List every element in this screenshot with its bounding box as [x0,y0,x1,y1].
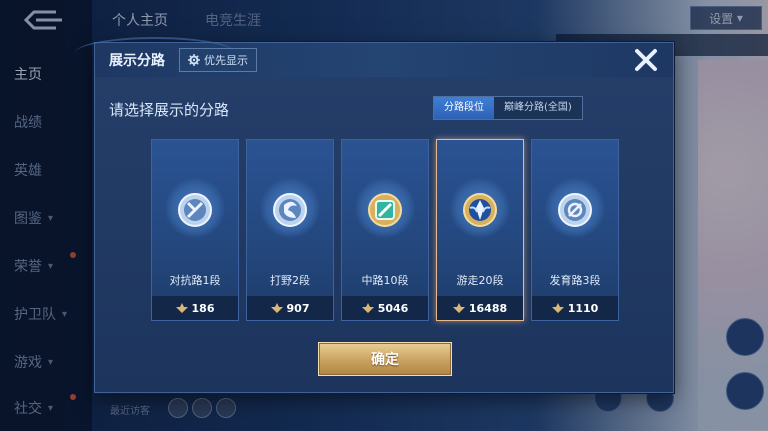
lane-card-jungle[interactable]: 打野2段 907 [246,139,334,321]
lane-name: 发育路3段 [549,274,601,287]
lane-card-roam[interactable]: 游走20段 16488 [436,139,524,321]
points-bar: 1110 [532,296,618,320]
lane-points: 16488 [468,301,508,315]
lane-name: 游走20段 [456,274,504,287]
lane-card-mid[interactable]: 中路10段 5046 [341,139,429,321]
rank-points-icon [551,303,564,313]
solo-lane-badge-icon [177,192,213,228]
tab-peak-lane[interactable]: 巅峰分路(全国) [494,97,582,119]
close-button[interactable] [628,42,664,78]
lane-display-dialog: 展示分路 优先显示 请选择展示的分路 分路段位 巅峰分路(全国) 对抗路1段 1… [75,37,674,393]
lane-name: 打野2段 [270,274,310,287]
lane-points: 907 [286,301,310,315]
mid-lane-badge-icon [367,192,403,228]
lane-points: 5046 [377,301,409,315]
lane-name: 对抗路1段 [169,274,221,287]
points-bar: 907 [247,296,333,320]
rank-points-icon [452,303,465,313]
confirm-button[interactable]: 确定 [318,342,452,376]
lane-card-solo[interactable]: 对抗路1段 186 [151,139,239,321]
jungle-badge-icon [272,192,308,228]
confirm-label: 确定 [371,352,399,368]
rank-points-icon [175,303,188,313]
dialog-title: 展示分路 [109,53,165,69]
tab-lane-rank[interactable]: 分路段位 [434,97,494,119]
points-bar: 16488 [437,296,523,320]
dialog-subtitle: 请选择展示的分路 [109,101,230,119]
points-bar: 5046 [342,296,428,320]
mode-segmented-control: 分路段位 巅峰分路(全国) [433,96,583,120]
lane-points: 1110 [567,301,599,315]
priority-display-button[interactable]: 优先显示 [179,48,257,72]
roam-badge-icon [462,192,498,228]
rank-points-icon [361,303,374,313]
farm-lane-badge-icon [557,192,593,228]
lane-name: 中路10段 [361,274,409,287]
lane-points: 186 [191,301,215,315]
close-icon [635,49,657,71]
gear-icon [188,54,200,66]
dialog-header: 展示分路 优先显示 [75,37,673,77]
lane-card-farm[interactable]: 发育路3段 1110 [531,139,619,321]
priority-display-label: 优先显示 [204,54,248,67]
points-bar: 186 [152,296,238,320]
rank-points-icon [270,303,283,313]
